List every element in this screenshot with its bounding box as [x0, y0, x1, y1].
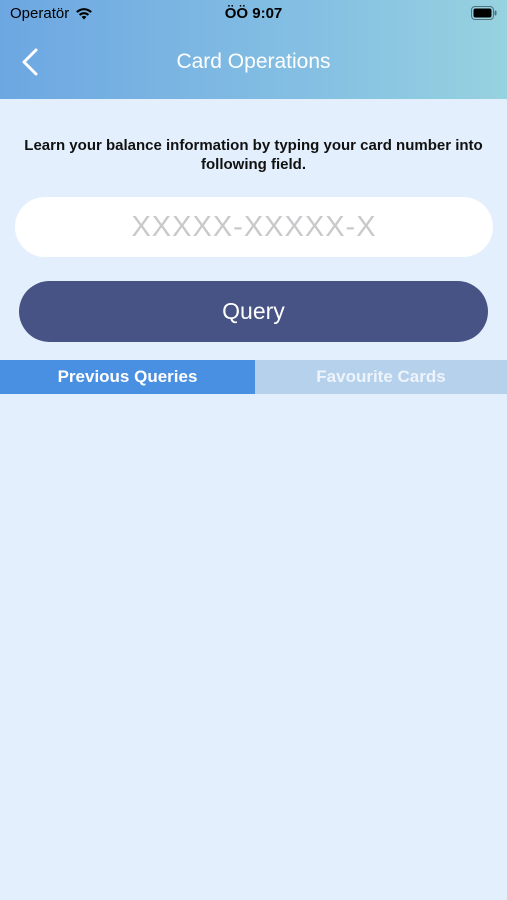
page-title: Card Operations — [176, 50, 331, 73]
query-button[interactable]: Query — [19, 281, 488, 342]
card-number-input[interactable] — [15, 197, 493, 257]
status-bar: Operatör ÖÖ 9:07 — [0, 0, 507, 28]
tab-previous-queries[interactable]: Previous Queries — [0, 360, 255, 394]
tab-bar: Previous Queries Favourite Cards — [0, 360, 507, 394]
status-time: ÖÖ 9:07 — [224, 5, 283, 22]
header: Operatör ÖÖ 9:07 Card Operations — [0, 0, 507, 99]
battery-icon — [471, 6, 497, 20]
navigation-bar: Card Operations — [0, 40, 507, 84]
tab-favourite-cards[interactable]: Favourite Cards — [255, 360, 507, 394]
instruction-text: Learn your balance information by typing… — [24, 137, 483, 173]
